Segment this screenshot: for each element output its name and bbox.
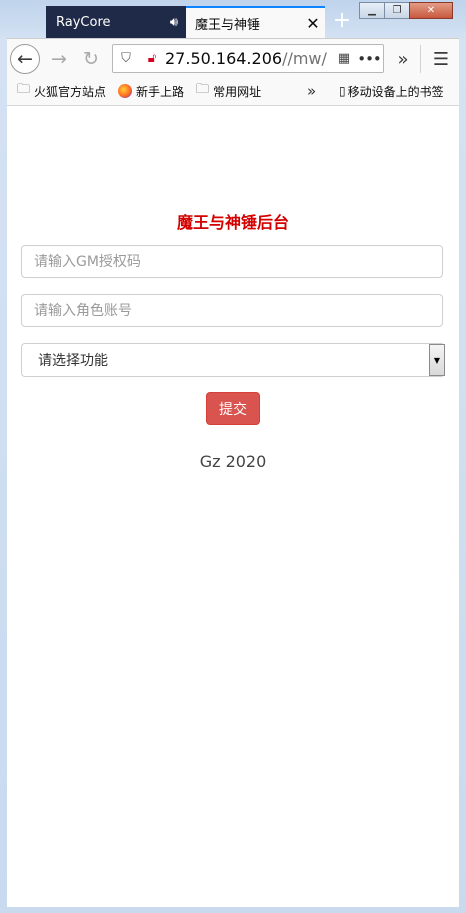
hamburger-menu-icon[interactable]: ☰ — [426, 44, 456, 74]
browser-window: RayCore 🔊︎ 魔王与神锤 ✕ + ▁ ❐ ✕ ← → ↻ ⛉ 🔓︎ 27… — [0, 0, 466, 913]
navigation-bar: ← → ↻ ⛉ 🔓︎ 27.50.164.206 //mw/ ▦ ••• » ☰ — [7, 38, 459, 78]
page-title: 魔王与神锤后台 — [176, 213, 289, 232]
page-content: 魔王与神锤后台 请选择功能 ▼ 提交 Gz 2020 — [7, 106, 459, 907]
reload-icon[interactable]: ↻ — [76, 44, 106, 74]
function-select-value: 请选择功能 — [38, 353, 108, 369]
url-host: 27.50.164.206 — [165, 49, 283, 68]
overflow-chevron-icon[interactable]: » — [388, 44, 418, 74]
minimize-icon[interactable]: ▁ — [359, 2, 385, 19]
tab-label: RayCore — [56, 14, 111, 30]
forward-arrow-icon[interactable]: → — [44, 44, 74, 74]
account-input[interactable] — [21, 294, 443, 327]
tab-label: 魔王与神锤 — [195, 17, 261, 33]
folder-icon: 🗀 — [196, 82, 210, 97]
new-tab-icon[interactable]: + — [330, 8, 354, 34]
bookmarks-overflow-icon[interactable]: » — [307, 82, 316, 100]
toolbar-divider — [420, 45, 421, 73]
bookmarks-toolbar: 🗀 火狐官方站点 新手上路 🗀 常用网址 » ▯ 移动设备上的书签 — [7, 77, 459, 106]
firefox-icon — [118, 84, 133, 98]
back-arrow-icon[interactable]: ← — [10, 44, 40, 74]
mobile-bookmarks-label: 移动设备上的书签 — [347, 84, 444, 99]
speaker-icon[interactable]: 🔊︎ — [162, 15, 186, 30]
bookmark-item[interactable]: 🗀 常用网址 — [196, 80, 261, 102]
tab-raycore[interactable]: RayCore 🔊︎ — [46, 6, 186, 38]
gm-code-input[interactable] — [21, 245, 443, 278]
restore-icon[interactable]: ❐ — [384, 2, 410, 19]
url-path: //mw/ — [282, 49, 327, 68]
function-select[interactable]: 请选择功能 ▼ — [21, 343, 445, 377]
footer-text: Gz 2020 — [199, 452, 267, 471]
mobile-device-icon: ▯ — [339, 84, 346, 98]
bookmark-label: 新手上路 — [136, 84, 185, 99]
bookmark-label: 火狐官方站点 — [34, 84, 107, 99]
folder-icon: 🗀 — [17, 82, 31, 97]
insecure-lock-icon[interactable]: 🔓︎ — [139, 51, 165, 66]
tab-active[interactable]: 魔王与神锤 ✕ — [186, 6, 325, 38]
submit-button[interactable]: 提交 — [206, 392, 260, 425]
bookmark-item[interactable]: 🗀 火狐官方站点 — [17, 80, 106, 102]
window-close-icon[interactable]: ✕ — [409, 2, 453, 19]
qr-code-icon[interactable]: ▦ — [333, 51, 355, 66]
dropdown-arrow-icon[interactable]: ▼ — [429, 344, 445, 376]
more-actions-icon[interactable]: ••• — [355, 50, 383, 68]
close-icon[interactable]: ✕ — [301, 14, 325, 33]
shield-icon[interactable]: ⛉ — [113, 51, 139, 66]
bookmark-label: 常用网址 — [213, 84, 262, 99]
bookmark-item[interactable]: 新手上路 — [118, 83, 184, 100]
tab-strip: RayCore 🔊︎ 魔王与神锤 ✕ + ▁ ❐ ✕ — [0, 0, 466, 38]
window-controls: ▁ ❐ ✕ — [359, 2, 453, 20]
mobile-bookmarks[interactable]: ▯ 移动设备上的书签 — [339, 83, 444, 100]
url-bar[interactable]: ⛉ 🔓︎ 27.50.164.206 //mw/ ▦ ••• — [112, 44, 384, 73]
